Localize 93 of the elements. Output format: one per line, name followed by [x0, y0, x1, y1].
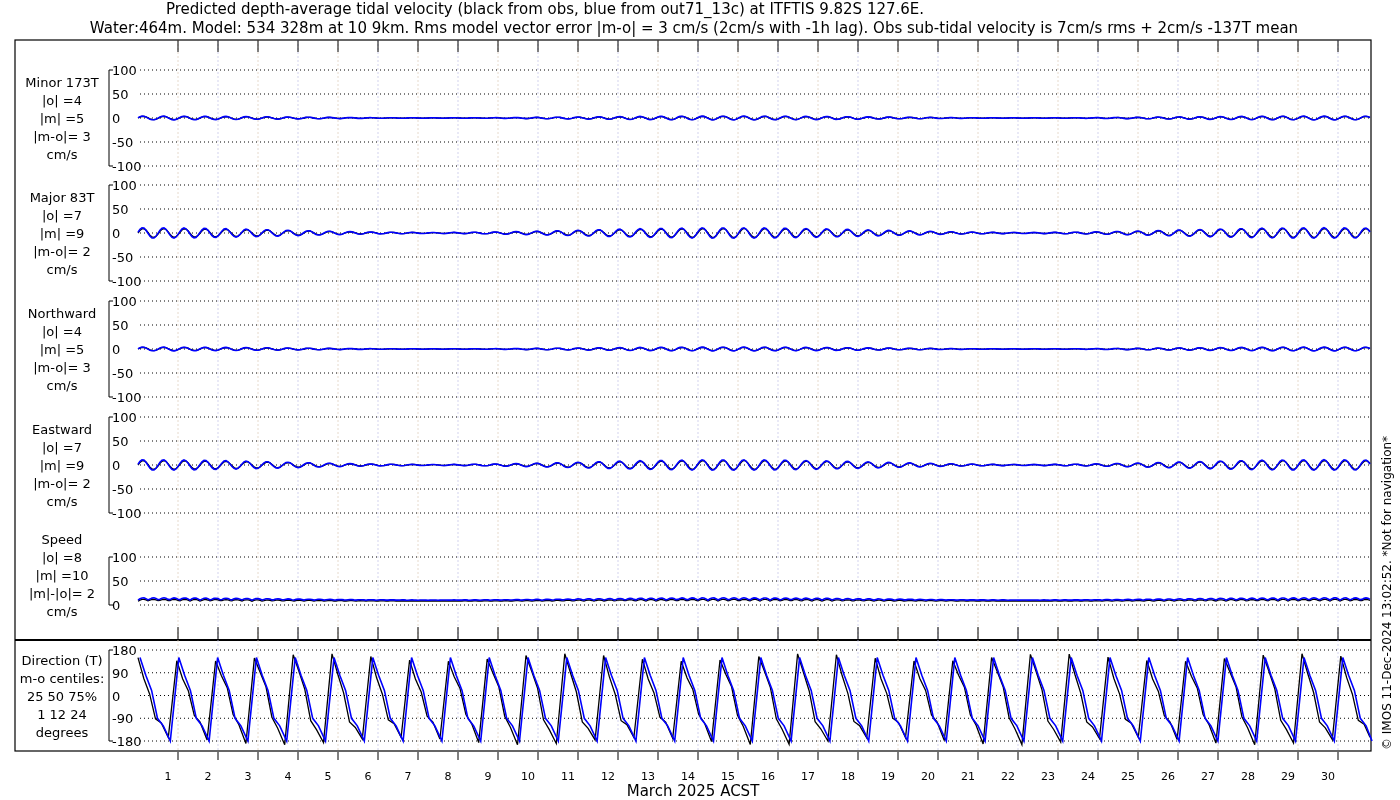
- axis-title: March 2025 ACST: [626, 782, 760, 800]
- day-label: 20: [921, 770, 935, 783]
- day-label: 15: [721, 770, 735, 783]
- tick-label: 50: [112, 87, 129, 102]
- tick-label: 100: [112, 178, 137, 193]
- tick-label: -100: [112, 506, 142, 521]
- panel-label: cm/s: [46, 262, 78, 277]
- panel-label: |m-o|= 3: [33, 360, 91, 375]
- tick-label: 0: [112, 226, 121, 241]
- day-label: 11: [561, 770, 575, 783]
- tick-label: 100: [112, 63, 137, 78]
- day-label: 6: [364, 770, 372, 783]
- panel-label: m-o centiles:: [19, 670, 105, 686]
- tick-label: -100: [112, 159, 142, 174]
- panel-label: Northward: [27, 306, 97, 321]
- tick-label: 0: [112, 598, 121, 613]
- panel-label: cm/s: [46, 378, 78, 393]
- tick-label: 180: [112, 643, 137, 658]
- day-label: 12: [601, 770, 615, 783]
- day-label: 4: [284, 770, 292, 783]
- panel-label: |m-o|= 3: [33, 129, 91, 144]
- tick-label: -50: [112, 135, 134, 150]
- tick-label: 0: [112, 342, 121, 357]
- tick-label: 0: [112, 111, 121, 126]
- day-label: 2: [204, 770, 212, 783]
- day-label: 28: [1241, 770, 1255, 783]
- panel-label: Minor 173T: [25, 75, 99, 90]
- panel-label: |o| =7: [42, 208, 82, 223]
- day-label: 22: [1001, 770, 1015, 783]
- day-label: 23: [1041, 770, 1055, 783]
- day-label: 9: [484, 770, 492, 783]
- panel-label: |o| =8: [42, 550, 82, 565]
- axis-bracket: [108, 556, 114, 606]
- panel-label: |m| =10: [35, 568, 89, 583]
- day-label: 13: [641, 770, 655, 783]
- day-label: 8: [444, 770, 452, 783]
- tick-label: -50: [112, 482, 134, 497]
- panel-label: degrees: [35, 724, 89, 740]
- panel-label: 25 50 75%: [26, 688, 98, 704]
- credit-text: © IMOS 11-Dec-2024 13:02:52. *Not for navigation*: [1380, 435, 1394, 750]
- tick-label: 50: [112, 574, 129, 589]
- panel-label: Speed: [41, 532, 83, 547]
- panel-label: |m-o|= 2: [33, 244, 91, 259]
- tick-label: -50: [112, 366, 134, 381]
- tick-label: -100: [112, 390, 142, 405]
- day-label: 21: [961, 770, 975, 783]
- panel-label: |m| =9: [39, 226, 85, 241]
- day-label: 24: [1081, 770, 1095, 783]
- panel-label: |o| =7: [42, 440, 82, 455]
- tick-label: -50: [112, 250, 134, 265]
- panel-label: |m| =5: [39, 342, 85, 357]
- day-label: 7: [404, 770, 412, 783]
- day-label: 27: [1201, 770, 1215, 783]
- day-label: 29: [1281, 770, 1295, 783]
- tick-label: -180: [112, 734, 142, 749]
- tick-label: -100: [112, 274, 142, 289]
- tick-label: 0: [112, 688, 121, 704]
- panel-label: cm/s: [46, 494, 78, 509]
- day-label: 10: [521, 770, 535, 783]
- panel-label: |m| =5: [39, 111, 85, 126]
- tick-label: 100: [112, 410, 137, 425]
- day-label: 3: [244, 770, 252, 783]
- panel-label: cm/s: [46, 604, 78, 619]
- day-label: 17: [801, 770, 815, 783]
- day-label: 25: [1121, 770, 1135, 783]
- day-label: 26: [1161, 770, 1175, 783]
- tick-label: 100: [112, 550, 137, 565]
- tick-label: 100: [112, 294, 137, 309]
- chart-title: Predicted depth-average tidal velocity (black from obs, blue from out71_13c) at ITFTIS 9.82S 127.6E.: [165, 0, 925, 18]
- panel-label: Eastward: [32, 422, 92, 437]
- day-label: 16: [761, 770, 775, 783]
- day-label: 5: [324, 770, 332, 783]
- day-label: 30: [1321, 770, 1335, 783]
- day-label: 18: [841, 770, 855, 783]
- panel-label: |m|-|o|= 2: [28, 586, 96, 601]
- panel-label: Major 83T: [29, 190, 95, 205]
- panel-label: |m| =9: [39, 458, 85, 473]
- day-label: 14: [681, 770, 695, 783]
- chart-title: Water:464m. Model: 534 328m at 10 9km. Rms model vector error |m-o| = 3 cm/s (2cm/s with -1h lag). Obs sub-tidal velocity is 7cm/s rms + 2cm/s -137T mean: [89, 19, 1299, 37]
- tick-label: 90: [112, 665, 129, 681]
- tick-label: 50: [112, 202, 129, 217]
- tick-label: 50: [112, 318, 129, 333]
- tick-label: -90: [112, 711, 134, 727]
- tick-label: 0: [112, 458, 121, 473]
- panel-label: |o| =4: [42, 324, 82, 339]
- panel-label: |m-o|= 2: [33, 476, 91, 491]
- panel-label: Direction (T): [21, 652, 103, 668]
- day-label: 1: [164, 770, 172, 783]
- tick-label: 50: [112, 434, 129, 449]
- panel-label: cm/s: [46, 147, 78, 162]
- panel-label: 1 12 24: [37, 706, 87, 722]
- day-label: 19: [881, 770, 895, 783]
- panel-label: |o| =4: [42, 93, 82, 108]
